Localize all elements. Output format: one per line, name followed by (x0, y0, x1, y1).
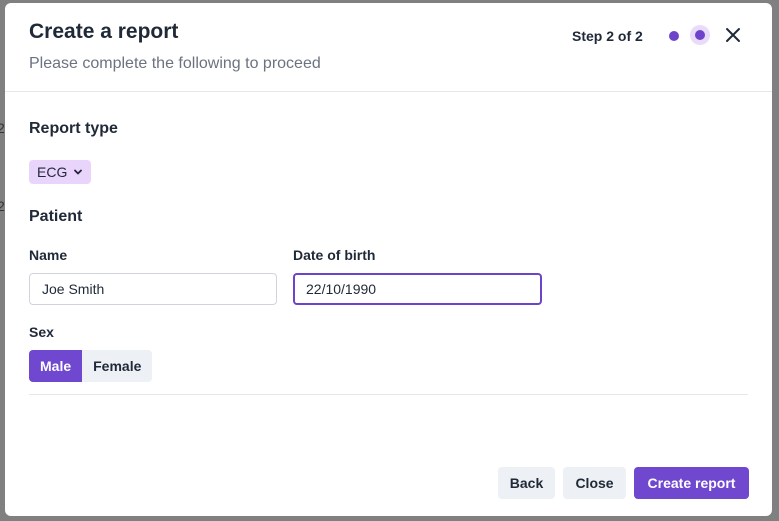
dob-label: Date of birth (293, 247, 376, 263)
back-button[interactable]: Back (498, 467, 555, 499)
step-indicator-text: Step 2 of 2 (572, 28, 643, 44)
dialog-subtitle: Please complete the following to proceed (29, 55, 321, 72)
report-type-heading: Report type (29, 120, 118, 137)
sex-option-female[interactable]: Female (82, 350, 153, 382)
date-of-birth-input[interactable] (293, 273, 542, 305)
chevron-down-icon (73, 164, 83, 180)
sex-toggle: Male Female (29, 350, 153, 382)
dialog-header: Create a report Please complete the foll… (5, 3, 772, 92)
report-type-dropdown[interactable]: ECG (29, 160, 92, 184)
create-report-button[interactable]: Create report (634, 467, 749, 499)
name-label: Name (29, 247, 68, 263)
sex-option-male[interactable]: Male (29, 350, 83, 382)
step-2-dot-current (690, 25, 710, 45)
sex-label: Sex (29, 324, 54, 340)
patient-heading: Patient (29, 208, 83, 225)
report-type-value: ECG (37, 164, 68, 180)
dialog-title: Create a report (29, 20, 179, 43)
name-input[interactable] (29, 273, 277, 305)
step-1-dot (669, 31, 679, 41)
close-icon[interactable] (722, 24, 744, 46)
section-divider (29, 394, 748, 395)
create-report-dialog: Create a report Please complete the foll… (5, 3, 772, 516)
close-button[interactable]: Close (563, 467, 626, 499)
